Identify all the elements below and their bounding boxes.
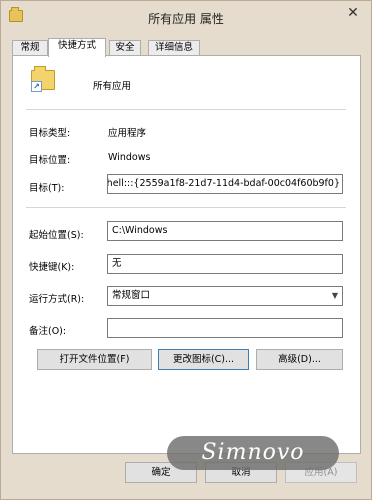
shortcut-panel: ↗ 所有应用 目标类型: 应用程序 目标位置: Windows 目标(T): s… [12, 55, 361, 454]
target-location-value: Windows [108, 152, 151, 163]
shortcut-name: 所有应用 [93, 81, 132, 92]
properties-window: 所有应用 属性 ✕ 常规 快捷方式 安全 详细信息 ↗ 所有应用 目标类型: 应… [0, 0, 372, 500]
chevron-down-icon: ▼ [331, 291, 338, 300]
target-type-value: 应用程序 [108, 128, 147, 139]
target-label: 目标(T): [29, 183, 65, 194]
run-select-value: 常规窗口 [112, 290, 151, 301]
shortcut-arrow-icon: ↗ [31, 81, 42, 92]
window-title: 所有应用 属性 [148, 12, 224, 26]
target-field[interactable]: shell:::{2559a1f8-21d7-11d4-bdaf-00c04f6… [107, 174, 343, 194]
divider [26, 207, 346, 208]
hotkey-field[interactable]: 无 [107, 254, 343, 274]
hotkey-label: 快捷键(K): [29, 262, 75, 273]
tab-details[interactable]: 详细信息 [148, 40, 200, 56]
title-bar: 所有应用 属性 ✕ [1, 1, 371, 33]
run-select[interactable]: 常规窗口 ▼ [107, 286, 343, 306]
target-location-label: 目标位置: [29, 155, 71, 166]
start-in-label: 起始位置(S): [29, 230, 84, 241]
watermark-logo: Simnovo [167, 436, 339, 470]
advanced-button[interactable]: 高级(D)... [256, 349, 343, 370]
tab-general[interactable]: 常规 [12, 40, 48, 56]
close-button[interactable]: ✕ [339, 3, 367, 23]
tab-shortcut[interactable]: 快捷方式 [48, 38, 106, 57]
comment-label: 备注(O): [29, 326, 67, 337]
comment-field[interactable] [107, 318, 343, 338]
open-file-location-button[interactable]: 打开文件位置(F) [37, 349, 152, 370]
divider [26, 109, 346, 110]
run-label: 运行方式(R): [29, 294, 85, 305]
target-type-label: 目标类型: [29, 128, 71, 139]
change-icon-button[interactable]: 更改图标(C)... [158, 349, 249, 370]
start-in-field[interactable]: C:\Windows [107, 221, 343, 241]
tab-security[interactable]: 安全 [109, 40, 141, 56]
